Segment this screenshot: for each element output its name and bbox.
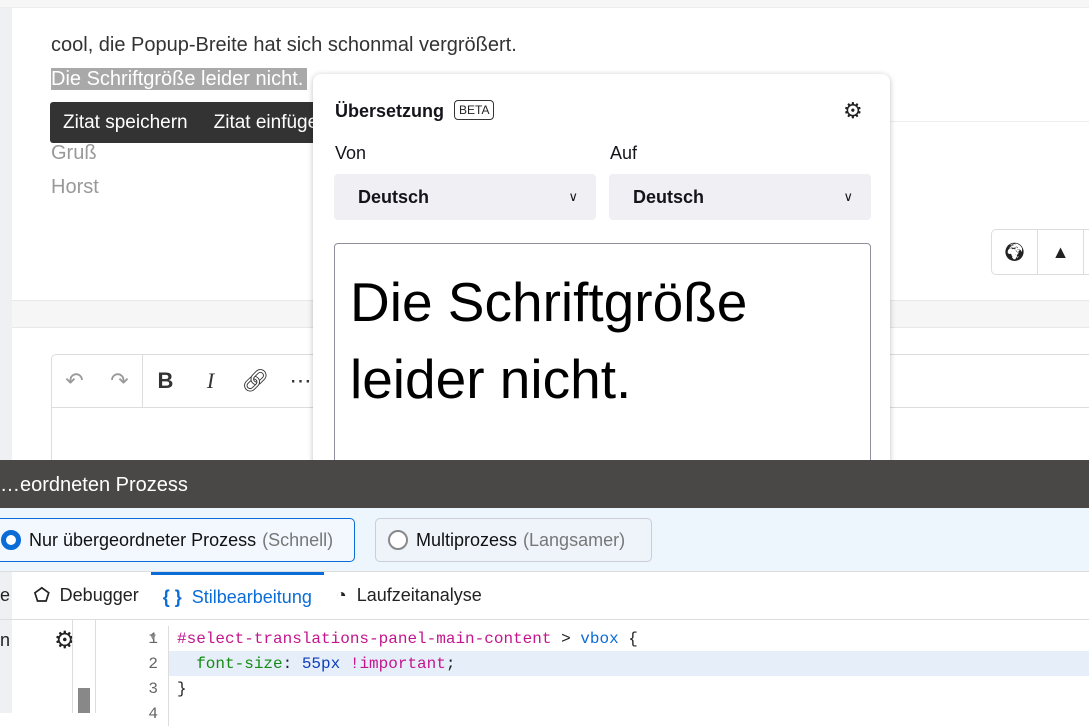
- radio-checked-icon: [1, 530, 21, 550]
- css-selector: #select-translations-panel-main-content: [177, 629, 552, 648]
- divider: [72, 620, 73, 713]
- link-icon[interactable]: 🔗︎: [233, 368, 278, 394]
- bold-icon[interactable]: B: [143, 368, 188, 394]
- radio-label: Multiprozess: [416, 529, 518, 550]
- from-label: Von: [335, 143, 367, 163]
- css-combinator: >: [561, 629, 571, 648]
- stylesheet-sidebar: n ⚙: [0, 620, 96, 713]
- line-number: 3: [148, 679, 158, 698]
- panel-title: Übersetzung: [335, 101, 445, 121]
- radio-label: Nur übergeordneter Prozess: [29, 529, 257, 550]
- to-language-value: Deutsch: [633, 186, 705, 207]
- tab-label: e: [0, 585, 11, 605]
- css-value: 55px: [301, 654, 341, 673]
- debugger-icon: ⬠: [34, 585, 50, 605]
- devtools-title: …eordneten Prozess: [0, 460, 1089, 508]
- tab-partial[interactable]: e: [0, 572, 22, 620]
- tab-label: Debugger: [59, 585, 139, 605]
- braces-icon: { }: [162, 586, 182, 607]
- beta-badge: BETA: [454, 100, 495, 120]
- gear-icon[interactable]: ⚙: [843, 98, 863, 124]
- radio-hint: (Langsamer): [523, 529, 626, 550]
- tab-label: Laufzeitanalyse: [356, 585, 482, 605]
- css-important: !important: [349, 654, 446, 673]
- from-language-value: Deutsch: [358, 186, 430, 207]
- post-action-buttons: 🌍︎ ▲: [991, 229, 1089, 275]
- top-band: [0, 0, 1089, 8]
- insert-quote-button[interactable]: Zitat einfügen: [214, 112, 320, 134]
- tab-style-editor[interactable]: { } Stilbearbeitung: [150, 571, 324, 620]
- quote-toolbar: Zitat speichern Zitat einfügen: [50, 102, 320, 143]
- to-language-select[interactable]: Deutsch ∨: [609, 174, 871, 220]
- chevron-down-icon: ∨: [843, 189, 853, 204]
- radio-unchecked-icon: [388, 530, 408, 550]
- code-editor[interactable]: 1 ▼ #select-translations-panel-main-conten…: [96, 620, 1089, 726]
- globe-icon[interactable]: 🌍︎: [992, 230, 1038, 274]
- post-author-name: Horst: [51, 176, 99, 198]
- radio-multiprocess[interactable]: Multiprozess (Langsamer): [375, 518, 652, 562]
- italic-icon[interactable]: I: [188, 368, 233, 394]
- translation-panel: Übersetzung BETA ⚙ Von Auf Deutsch ∨ Deut…: [313, 74, 890, 503]
- tab-performance[interactable]: ◔ Laufzeitanalyse: [324, 572, 494, 620]
- save-quote-button[interactable]: Zitat speichern: [63, 112, 188, 134]
- undo-icon[interactable]: ↶: [52, 368, 97, 394]
- fold-arrow-icon[interactable]: ▼: [150, 633, 156, 644]
- warning-icon[interactable]: ▲: [1038, 230, 1084, 274]
- redo-icon[interactable]: ↷: [97, 368, 142, 394]
- radio-hint: (Schnell): [262, 529, 334, 550]
- css-element: vbox: [580, 629, 619, 648]
- line-number: 4: [148, 704, 158, 723]
- gauge-icon: ◔: [335, 585, 347, 605]
- selected-text[interactable]: Die Schriftgröße leider nicht.: [51, 68, 308, 90]
- sidebar-text: n: [0, 630, 11, 650]
- line-number: 1: [148, 629, 158, 648]
- css-property: font-size: [196, 654, 283, 673]
- to-label: Auf: [610, 143, 638, 163]
- scrollbar-thumb[interactable]: [78, 688, 90, 713]
- line-number: 2: [148, 654, 158, 673]
- tab-debugger[interactable]: ⬠ Debugger: [22, 572, 151, 620]
- tab-label: Stilbearbeitung: [191, 586, 312, 607]
- devtools-tabs: e ⬠ Debugger { } Stilbearbeitung ◔ Laufzeit…: [0, 571, 1089, 620]
- chevron-down-icon: ∨: [568, 189, 578, 204]
- radio-parent-process[interactable]: Nur übergeordneter Prozess (Schnell): [0, 518, 355, 562]
- process-mode-selector: Nur übergeordneter Prozess (Schnell) Mult…: [0, 508, 1089, 572]
- divider: [890, 121, 1089, 122]
- post-line-1: cool, die Popup-Breite hat sich schonmal…: [51, 34, 517, 56]
- from-language-select[interactable]: Deutsch ∨: [334, 174, 596, 220]
